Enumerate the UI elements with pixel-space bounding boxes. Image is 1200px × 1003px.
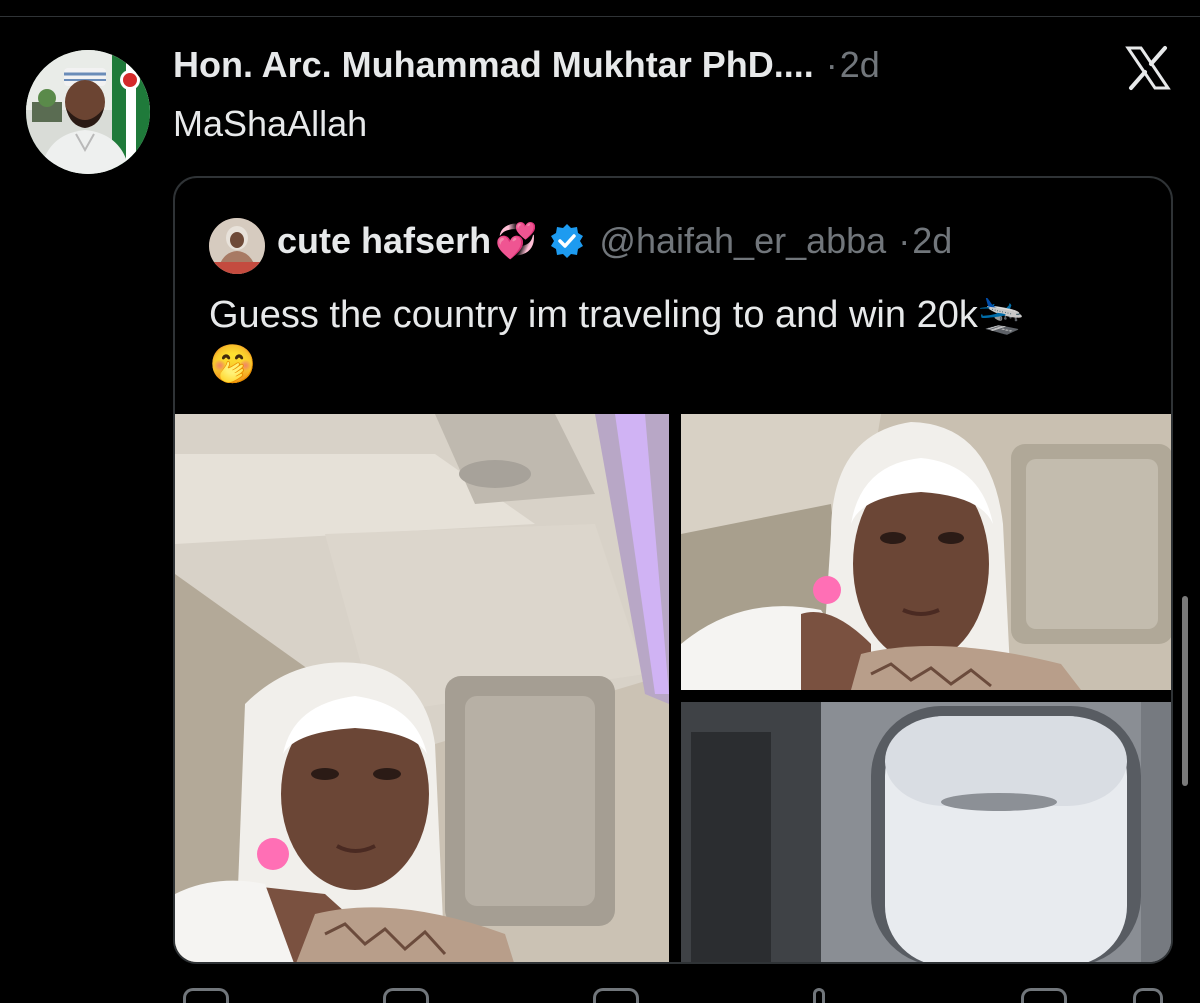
header-separator: · [825,44,838,85]
tweet-actions [173,984,1173,1003]
x-logo-icon[interactable] [1124,44,1172,92]
views-icon[interactable] [813,988,825,1003]
verified-badge-icon [551,224,584,258]
quote-text: Guess the country im traveling to and wi… [209,294,1026,336]
quote-separator: · [898,220,911,261]
quote-timestamp[interactable]: 2d [912,220,952,262]
author-avatar[interactable] [26,50,150,174]
quote-text-emoji: 🤭 [209,344,257,386]
share-icon[interactable] [1133,988,1163,1003]
avatar-image [26,50,150,174]
quote-author-name[interactable]: cute hafserh [277,220,491,262]
selfie-seat-photo[interactable] [175,414,669,962]
quote-avatar-image [209,218,265,274]
quote-name-emoji: 💞 [495,222,538,260]
retweet-icon[interactable] [383,988,429,1003]
author-name[interactable]: Hon. Arc. Muhammad Mukhtar PhD.... [173,44,814,86]
quote-author-handle[interactable]: @haifah_er_abba [599,220,886,262]
bookmark-icon[interactable] [1021,988,1067,1003]
quote-header: cute hafserh 💞 @haifah_er_abba · 2d [277,220,952,262]
reply-icon[interactable] [183,988,229,1003]
quote-author-avatar[interactable] [209,218,265,274]
airplane-window-photo[interactable] [681,702,1171,962]
tweet[interactable]: Hon. Arc. Muhammad Mukhtar PhD.... · 2d … [0,0,1200,1003]
quoted-tweet[interactable]: cute hafserh 💞 @haifah_er_abba · 2d Gues… [173,176,1173,964]
tweet-header: Hon. Arc. Muhammad Mukhtar PhD.... · 2d [173,44,880,86]
tweet-text: MaShaAllah [173,103,368,144]
tweet-timestamp[interactable]: 2d [840,44,880,86]
selfie-closeup-photo[interactable] [681,414,1171,690]
scrollbar[interactable] [1182,596,1188,786]
quote-text-block: Guess the country im traveling to and wi… [209,290,1149,390]
like-icon[interactable] [593,988,639,1003]
media-grid [175,414,1171,962]
